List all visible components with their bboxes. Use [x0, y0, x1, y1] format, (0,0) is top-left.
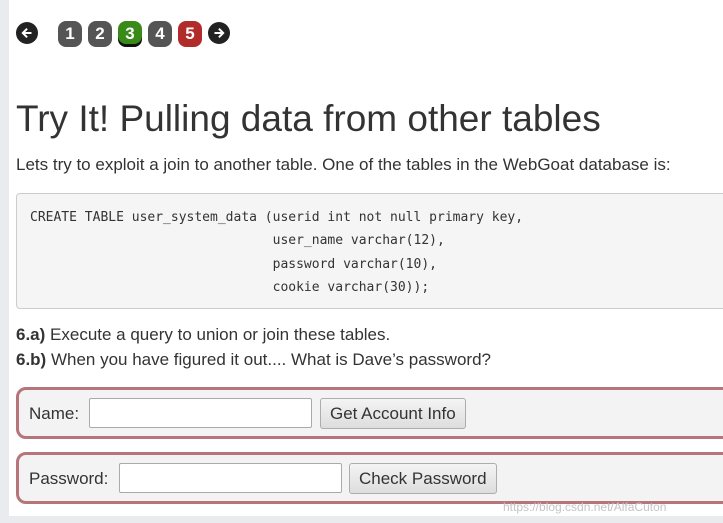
page-button-2[interactable]: 2	[88, 21, 112, 47]
create-table-statement: CREATE TABLE user_system_data (userid in…	[30, 210, 524, 295]
page-button-1[interactable]: 1	[58, 21, 82, 47]
password-label: Password:	[29, 469, 109, 488]
left-sidebar-edge	[0, 0, 9, 523]
page-button-5[interactable]: 5	[178, 21, 202, 47]
get-account-info-button[interactable]: Get Account Info	[320, 398, 466, 429]
task-6a-label: 6.a)	[16, 325, 46, 344]
password-form: Password: Check Password	[16, 452, 723, 504]
name-label: Name:	[29, 404, 80, 423]
bottom-edge	[0, 516, 723, 523]
name-form: Name: Get Account Info	[16, 387, 723, 439]
next-page-icon[interactable]	[208, 22, 230, 44]
task-6b-label: 6.b)	[16, 350, 47, 369]
task-6a: 6.a) Execute a query to union or join th…	[16, 325, 390, 345]
lesson-intro: Lets try to exploit a join to another ta…	[16, 155, 671, 174]
page-button-3[interactable]: 3	[118, 21, 142, 47]
name-input[interactable]	[89, 398, 312, 428]
task-6a-text: Execute a query to union or join these t…	[45, 325, 391, 344]
task-6b: 6.b) When you have figured it out.... Wh…	[16, 350, 491, 370]
password-input[interactable]	[119, 463, 342, 493]
task-6b-text: When you have figured it out.... What is…	[46, 350, 491, 369]
check-password-button[interactable]: Check Password	[349, 463, 497, 494]
sql-code-block: CREATE TABLE user_system_data (userid in…	[16, 193, 723, 309]
page-title: Try It! Pulling data from other tables	[16, 98, 601, 139]
previous-page-icon[interactable]	[16, 22, 38, 44]
watermark-text: https://blog.csdn.net/AlfaCuton	[503, 500, 667, 514]
page-button-4[interactable]: 4	[148, 21, 172, 47]
